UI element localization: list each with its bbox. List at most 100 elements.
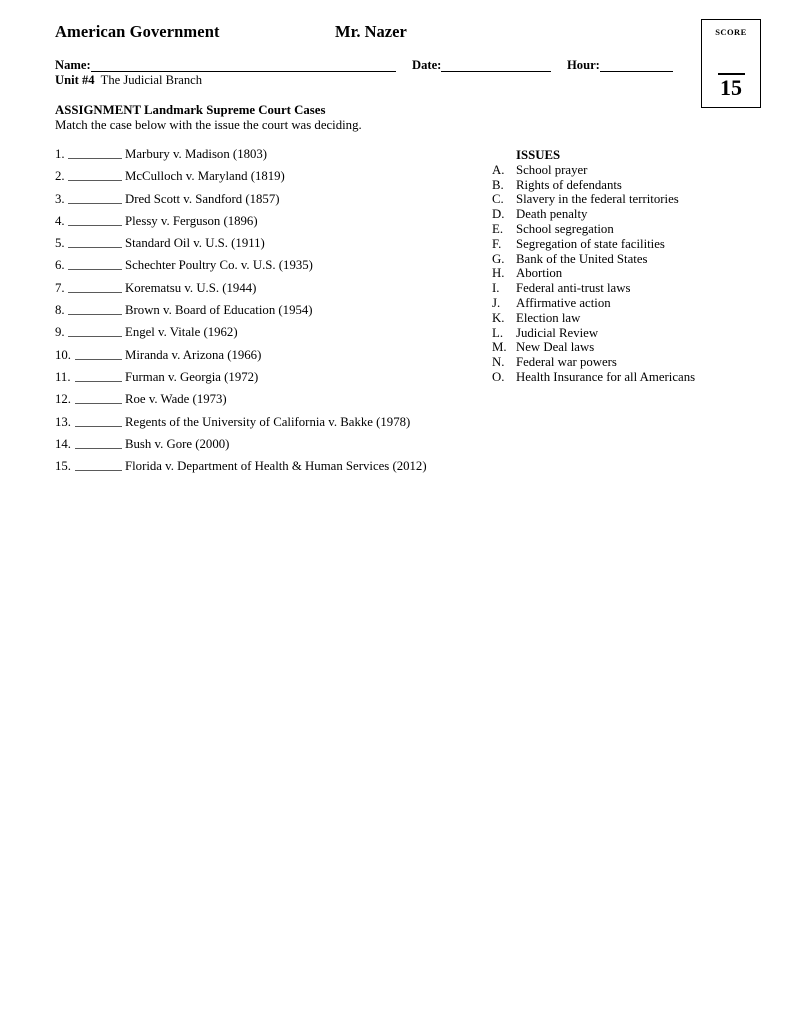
case-number: 10.: [55, 347, 71, 362]
issue-item: J. Affirmative action: [492, 296, 752, 311]
case-number: 3.: [55, 191, 65, 206]
case-item: 6. Schechter Poultry Co. v. U.S. (1935): [55, 258, 475, 280]
name-input-blank[interactable]: [90, 59, 396, 72]
case-answer-blank[interactable]: [68, 291, 122, 293]
case-name: Florida v. Department of Health & Human …: [125, 459, 427, 474]
case-answer-blank[interactable]: [75, 447, 122, 449]
issue-letter: K.: [492, 310, 505, 325]
issue-item: L. Judicial Review: [492, 326, 752, 341]
date-input-blank[interactable]: [441, 59, 552, 72]
issue-item: F. Segregation of state facilities: [492, 237, 752, 252]
case-answer-blank[interactable]: [75, 403, 122, 405]
issue-text: Bank of the United States: [516, 251, 648, 266]
issue-item: N. Federal war powers: [492, 355, 752, 370]
name-field[interactable]: Name:: [55, 58, 396, 72]
case-item: 14. Bush v. Gore (2000): [55, 437, 475, 459]
case-number: 5.: [55, 236, 65, 251]
case-number: 14.: [55, 436, 71, 451]
case-name: Regents of the University of California …: [125, 414, 411, 429]
issue-letter: G.: [492, 251, 505, 266]
issue-item: K. Election law: [492, 311, 752, 326]
case-answer-blank[interactable]: [68, 202, 122, 204]
issue-text: Federal anti-trust laws: [516, 281, 631, 296]
case-name: Roe v. Wade (1973): [125, 392, 227, 407]
hour-input-blank[interactable]: [599, 59, 673, 72]
issue-text: School prayer: [516, 162, 588, 177]
case-name: Bush v. Gore (2000): [125, 436, 230, 451]
case-answer-blank[interactable]: [68, 247, 122, 249]
student-info-row: Name: Date: Hour:: [55, 58, 675, 74]
case-answer-blank[interactable]: [75, 425, 122, 427]
case-item: 5. Standard Oil v. U.S. (1911): [55, 236, 475, 258]
issues-heading: ISSUES: [516, 148, 561, 162]
issue-text: Election law: [516, 310, 581, 325]
hour-label: Hour:: [567, 58, 600, 72]
assignment-instructions: Match the case below with the issue the …: [55, 118, 362, 132]
case-name: Schechter Poultry Co. v. U.S. (1935): [125, 258, 313, 273]
score-total-points: 15: [720, 75, 742, 100]
case-number: 12.: [55, 392, 71, 407]
score-box: SCORE 15: [701, 19, 761, 108]
case-number: 2.: [55, 169, 65, 184]
issue-letter: L.: [492, 325, 504, 340]
issue-text: School segregation: [516, 221, 614, 236]
issue-item: E. School segregation: [492, 222, 752, 237]
case-name: Plessy v. Ferguson (1896): [125, 213, 258, 228]
date-field[interactable]: Date:: [412, 58, 552, 72]
issues-block: ISSUES A. School prayer B. Rights of defend…: [492, 148, 752, 385]
issue-letter: B.: [492, 177, 504, 192]
issue-item: M. New Deal laws: [492, 340, 752, 355]
issue-text: Judicial Review: [516, 325, 599, 340]
issue-item: I. Federal anti-trust laws: [492, 281, 752, 296]
case-item: 3. Dred Scott v. Sandford (1857): [55, 192, 475, 214]
case-name: McCulloch v. Maryland (1819): [125, 169, 285, 184]
case-answer-blank[interactable]: [68, 269, 122, 271]
case-answer-blank[interactable]: [68, 336, 122, 338]
case-answer-blank[interactable]: [68, 224, 122, 226]
issue-letter: O.: [492, 369, 505, 384]
case-number: 1.: [55, 147, 65, 161]
case-answer-blank[interactable]: [68, 158, 122, 159]
issue-item: C. Slavery in the federal territories: [492, 192, 752, 207]
unit-row: Unit #4 The Judicial Branch: [55, 73, 202, 88]
case-answer-blank[interactable]: [75, 380, 122, 382]
date-label: Date:: [412, 58, 442, 72]
issue-letter: A.: [492, 162, 505, 177]
case-answer-blank[interactable]: [68, 314, 122, 316]
case-number: 7.: [55, 280, 65, 295]
issue-text: Federal war powers: [516, 355, 617, 370]
case-number: 4.: [55, 213, 65, 228]
case-answer-blank[interactable]: [75, 358, 122, 360]
case-number: 9.: [55, 325, 65, 340]
issue-text: Health Insurance for all Americans: [516, 369, 696, 384]
issues-list: A. School prayer B. Rights of defendants C. S…: [492, 163, 752, 385]
issue-text: Slavery in the federal territories: [516, 192, 679, 207]
issue-item: B. Rights of defendants: [492, 178, 752, 193]
case-number: 13.: [55, 414, 71, 429]
case-item: 8. Brown v. Board of Education (1954): [55, 303, 475, 325]
case-name: Standard Oil v. U.S. (1911): [125, 236, 265, 251]
case-answer-blank[interactable]: [68, 180, 122, 182]
case-name: Dred Scott v. Sandford (1857): [125, 191, 280, 206]
case-answer-blank[interactable]: [75, 470, 122, 472]
issue-item: A. School prayer: [492, 163, 752, 178]
case-item: 13. Regents of the University of Californ…: [55, 415, 475, 437]
issue-item: D. Death penalty: [492, 207, 752, 222]
case-item: 15. Florida v. Department of Health & Hum…: [55, 459, 475, 481]
issue-item: G. Bank of the United States: [492, 252, 752, 267]
name-label: Name:: [55, 58, 91, 72]
case-number: 15.: [55, 459, 71, 474]
case-item: 4. Plessy v. Ferguson (1896): [55, 214, 475, 236]
issue-text: Segregation of state facilities: [516, 236, 665, 251]
teacher-name: Mr. Nazer: [335, 22, 407, 41]
issue-text: Death penalty: [516, 207, 588, 222]
case-item: 12. Roe v. Wade (1973): [55, 392, 475, 414]
case-number: 11.: [55, 369, 71, 384]
case-item: 2. McCulloch v. Maryland (1819): [55, 169, 475, 191]
score-label: SCORE: [715, 27, 747, 37]
issue-letter: D.: [492, 207, 505, 222]
issue-text: Rights of defendants: [516, 177, 622, 192]
case-name: Engel v. Vitale (1962): [125, 325, 238, 340]
case-name: Furman v. Georgia (1972): [125, 369, 259, 384]
hour-field[interactable]: Hour:: [567, 58, 673, 72]
